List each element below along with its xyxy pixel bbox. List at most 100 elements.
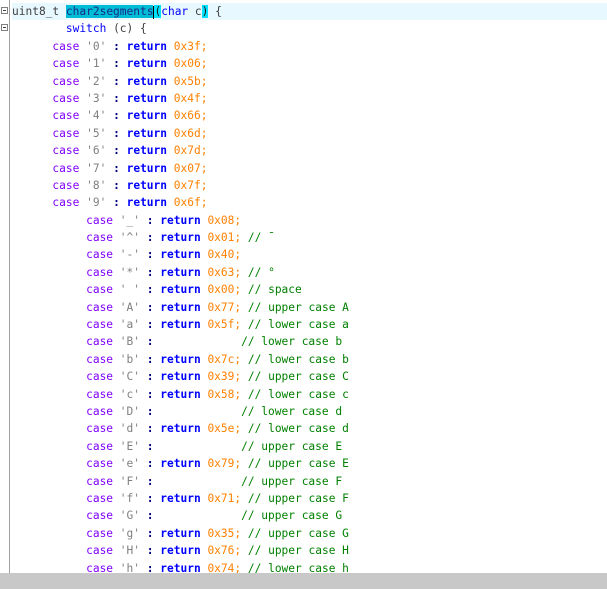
char-literal: 'a' <box>119 318 141 332</box>
char-literal: 'B' <box>119 335 141 349</box>
return-keyword: return <box>160 457 201 471</box>
colon: : <box>146 283 154 297</box>
colon: : <box>146 491 154 505</box>
char-literal: '0' <box>86 39 107 53</box>
fold-collapse-icon[interactable] <box>1 24 8 31</box>
return-keyword: return <box>160 283 201 297</box>
hex-value: 0x77; <box>207 300 242 314</box>
code-line-case: case 'F' : // upper case F <box>12 473 607 490</box>
case-keyword: case <box>86 318 114 332</box>
case-keyword: case <box>52 161 80 175</box>
line-comment: // upper case H <box>247 544 349 558</box>
hex-value: 0x76; <box>207 544 242 558</box>
char-literal: ' ' <box>119 283 141 297</box>
char-literal: '-' <box>119 248 141 262</box>
colon: : <box>146 352 154 366</box>
code-editor[interactable]: uint8_t char2segments(char c) { switch (… <box>0 0 607 589</box>
hex-value: 0x6d; <box>173 126 208 140</box>
char-literal: '6' <box>86 144 107 158</box>
case-keyword: case <box>86 213 114 227</box>
line-comment: // lower case a <box>247 318 349 332</box>
char-literal: '7' <box>86 161 107 175</box>
case-keyword: case <box>52 109 80 123</box>
colon: : <box>146 370 154 384</box>
code-area[interactable]: uint8_t char2segments(char c) { switch (… <box>12 3 607 577</box>
return-keyword: return <box>160 265 201 279</box>
hex-value: 0x00; <box>207 283 242 297</box>
case-keyword: case <box>86 265 114 279</box>
colon: : <box>146 300 154 314</box>
colon: : <box>146 526 154 540</box>
hex-value: 0x35; <box>207 526 242 540</box>
return-keyword: return <box>160 318 201 332</box>
char-literal: 'E' <box>119 439 141 453</box>
colon: : <box>146 404 154 418</box>
hex-value: 0x40; <box>207 248 242 262</box>
hex-value: 0x5f; <box>207 318 242 332</box>
return-keyword: return <box>126 196 168 210</box>
char-literal: 'e' <box>119 457 141 471</box>
return-keyword: return <box>126 91 168 105</box>
hex-value: 0x71; <box>207 491 242 505</box>
switch-expr: (c) <box>113 22 134 36</box>
code-line-case: case 'A' : return 0x77; // upper case A <box>12 299 607 316</box>
colon: : <box>146 265 154 279</box>
char-literal: '8' <box>86 178 107 192</box>
colon: : <box>113 126 120 140</box>
case-keyword: case <box>86 352 114 366</box>
case-keyword: case <box>52 144 80 158</box>
return-keyword: return <box>126 126 168 140</box>
char-literal: '*' <box>119 265 141 279</box>
char-literal: '^' <box>119 231 141 245</box>
open-brace: { <box>140 22 147 36</box>
hex-value: 0x5b; <box>173 74 208 88</box>
code-line-case: case '7' : return 0x07; <box>12 160 607 177</box>
code-line-case: case 'a' : return 0x5f; // lower case a <box>12 316 607 333</box>
line-comment: // upper case E <box>241 439 343 453</box>
colon: : <box>146 422 154 436</box>
case-keyword: case <box>52 178 80 192</box>
return-keyword: return <box>126 144 168 158</box>
line-comment: // upper case G <box>247 526 349 540</box>
case-keyword: case <box>86 509 114 523</box>
fold-margin <box>0 0 10 573</box>
colon: : <box>146 318 154 332</box>
code-line-case: case '_' : return 0x08; <box>12 212 607 229</box>
case-keyword: case <box>86 370 114 384</box>
code-line-case: case '5' : return 0x6d; <box>12 125 607 142</box>
case-keyword: case <box>86 231 114 245</box>
return-type: uint8_t <box>12 5 60 18</box>
function-name-selected[interactable]: char2segments <box>65 5 154 18</box>
char-literal: '4' <box>86 109 107 123</box>
line-comment: // lower case b <box>247 352 349 366</box>
line-comment: // lower case d <box>241 404 343 418</box>
case-keyword: case <box>52 126 80 140</box>
colon: : <box>146 457 154 471</box>
return-keyword: return <box>160 491 201 505</box>
case-keyword: case <box>86 491 114 505</box>
return-keyword: return <box>160 544 201 558</box>
return-keyword: return <box>126 57 168 71</box>
return-keyword: return <box>126 39 168 53</box>
case-keyword: case <box>86 283 114 297</box>
horizontal-scrollbar[interactable] <box>0 573 607 589</box>
colon: : <box>113 109 120 123</box>
code-line-switch: switch (c) { <box>12 20 607 37</box>
colon: : <box>113 178 120 192</box>
colon: : <box>113 91 120 105</box>
param-type: char <box>161 5 189 18</box>
return-keyword: return <box>126 178 168 192</box>
code-line-case: case 'D' : // lower case d <box>12 403 607 420</box>
char-literal: '9' <box>86 196 107 210</box>
return-keyword: return <box>160 248 201 262</box>
hex-value: 0x58; <box>207 387 242 401</box>
line-comment: // lower case b <box>241 335 343 349</box>
return-keyword: return <box>160 370 201 384</box>
fold-collapse-icon[interactable] <box>1 7 8 14</box>
code-line-case: case 'd' : return 0x5e; // lower case d <box>12 420 607 437</box>
code-line-case: case '4' : return 0x66; <box>12 107 607 124</box>
char-literal: 'A' <box>119 300 141 314</box>
code-line-case: case '-' : return 0x40; <box>12 246 607 263</box>
colon: : <box>113 196 120 210</box>
colon: : <box>146 335 154 349</box>
